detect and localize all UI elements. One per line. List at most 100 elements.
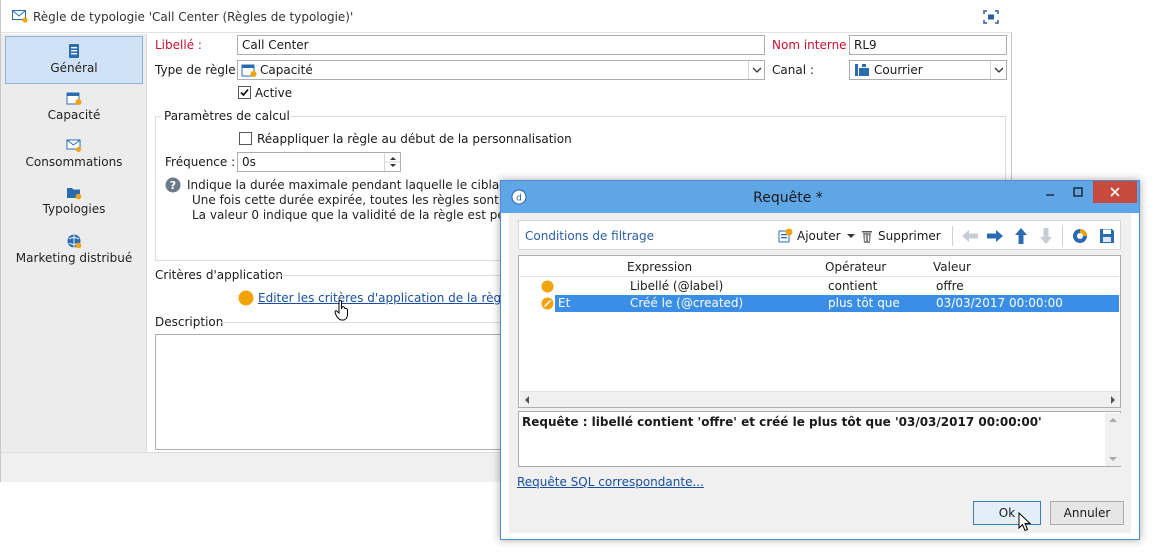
label-caption: Libellé : (155, 38, 202, 52)
checkmark-icon (240, 88, 249, 97)
sql-query-link[interactable]: Requête SQL correspondante... (517, 475, 704, 489)
active-checkbox[interactable] (238, 86, 251, 99)
sidebar-item-label: Typologies (42, 202, 106, 216)
filter-toolbar: Conditions de filtrage Ajouter Supprimer (518, 220, 1121, 250)
consumption-icon (66, 139, 81, 152)
save-button[interactable] (1099, 225, 1115, 247)
sidebar: Général Capacité Consommations Typologie… (1, 34, 147, 452)
conditions-grid: Expression Opérateur Valeur Libellé (@la… (518, 255, 1121, 408)
reapply-label: Réappliquer la règle au début de la pers… (257, 132, 572, 146)
sidebar-item-general[interactable]: Général (5, 36, 143, 84)
move-left-button[interactable] (961, 225, 979, 247)
frequency-spinner[interactable] (384, 153, 400, 171)
channel-caption: Canal : (772, 63, 814, 77)
row-operator: contient (828, 279, 878, 293)
horizontal-scrollbar[interactable] (520, 391, 1120, 407)
column-header-operator[interactable]: Opérateur (825, 260, 886, 274)
condition-dot-icon (541, 280, 554, 293)
rule-type-caption: Type de règle : (155, 63, 244, 77)
dialog-title: Requête * (753, 190, 823, 206)
description-textarea[interactable] (155, 334, 501, 450)
hand-cursor-icon (334, 300, 348, 321)
move-down-button[interactable] (1038, 225, 1054, 247)
section-divider (273, 275, 501, 276)
arrow-down-icon (1040, 228, 1052, 244)
typology-icon (67, 188, 82, 200)
condition-and-icon (541, 297, 554, 310)
sidebar-item-capacity[interactable]: Capacité (5, 90, 143, 122)
info-text-line: Une fois cette durée expirée, toutes les… (192, 193, 552, 207)
chevron-down-icon[interactable] (748, 61, 764, 79)
arrow-left-icon (962, 230, 978, 242)
vertical-scrollbar[interactable] (1105, 413, 1121, 466)
column-header-expression[interactable]: Expression (627, 260, 692, 274)
row-expression: Libellé (@label) (630, 279, 724, 293)
frequency-caption: Fréquence : (165, 155, 236, 169)
query-dialog: d Requête * Conditions de filtrage Ajout (500, 180, 1140, 540)
envelope-icon (12, 10, 28, 23)
sidebar-item-label: Marketing distribué (15, 251, 133, 265)
svg-text:?: ? (170, 179, 176, 192)
sidebar-item-label: Consommations (25, 155, 123, 169)
rule-type-value: Capacité (260, 63, 313, 77)
toolbar-separator (952, 226, 953, 246)
maximize-icon[interactable] (983, 10, 999, 24)
pie-chart-icon (1073, 229, 1087, 243)
toolbar-separator (1062, 226, 1063, 246)
column-header-value[interactable]: Valeur (933, 260, 971, 274)
frequency-value: 0s (242, 155, 256, 169)
distribution-button[interactable] (1072, 225, 1088, 247)
internal-name-field[interactable]: RL9 (849, 35, 1007, 55)
row-expression: Créé le (@created) (630, 296, 744, 310)
table-row[interactable]: Et Créé le (@created) plus tôt que 03/03… (520, 295, 1119, 312)
maximize-icon (1073, 187, 1083, 197)
label-field[interactable]: Call Center (237, 35, 765, 55)
sidebar-item-typology[interactable]: Typologies (5, 184, 143, 216)
dialog-titlebar: d Requête * (501, 181, 1139, 213)
row-operator: plus tôt que (828, 296, 900, 310)
condition-dot-icon (238, 290, 254, 306)
scroll-down-icon[interactable] (1108, 455, 1118, 463)
move-right-button[interactable] (986, 225, 1004, 247)
add-condition-icon (778, 228, 793, 243)
distributed-marketing-icon (67, 234, 82, 249)
sidebar-item-distributed-marketing[interactable]: Marketing distribué (5, 233, 143, 265)
chevron-down-icon[interactable] (990, 61, 1006, 79)
maximize-button[interactable] (1065, 181, 1091, 203)
section-divider (155, 116, 156, 260)
rule-type-select[interactable]: Capacité (237, 60, 765, 80)
window-title: Règle de typologie 'Call Center (Règles … (33, 10, 354, 24)
sidebar-item-consumption[interactable]: Consommations (5, 137, 143, 169)
row-prefix: Et (558, 296, 571, 310)
close-icon (1110, 187, 1120, 197)
scroll-left-icon[interactable] (523, 395, 531, 405)
delete-button[interactable]: Supprimer (859, 225, 941, 247)
table-row[interactable]: Libellé (@label) contient offre (520, 278, 1119, 295)
row-value: 03/03/2017 00:00:00 (936, 296, 1063, 310)
edit-criteria-link[interactable]: Editer les critères d'application de la … (258, 291, 523, 305)
move-up-button[interactable] (1013, 225, 1029, 247)
criteria-title: Critères d'application (155, 268, 283, 282)
minimize-button[interactable] (1037, 181, 1063, 203)
window-titlebar: Règle de typologie 'Call Center (Règles … (1, 0, 1012, 33)
sidebar-item-label: Capacité (47, 108, 101, 122)
add-button[interactable]: Ajouter (777, 225, 856, 247)
frequency-input[interactable]: 0s (237, 152, 401, 172)
description-title: Description (155, 315, 224, 329)
trash-icon (862, 231, 872, 243)
minimize-icon (1046, 194, 1054, 196)
mail-channel-icon (855, 64, 869, 76)
capacity-icon (66, 92, 82, 105)
add-button-label: Ajouter (797, 229, 841, 243)
reapply-checkbox[interactable] (239, 132, 252, 145)
general-icon (69, 44, 79, 58)
caret-down-icon[interactable] (846, 233, 856, 239)
close-button[interactable] (1093, 181, 1137, 203)
scroll-right-icon[interactable] (1109, 395, 1117, 405)
arrow-right-icon (987, 230, 1003, 242)
channel-value: Courrier (874, 63, 923, 77)
section-divider (291, 116, 1005, 117)
channel-select[interactable]: Courrier (849, 60, 1007, 80)
scroll-up-icon[interactable] (1108, 416, 1118, 424)
cancel-button[interactable]: Annuler (1050, 501, 1124, 525)
